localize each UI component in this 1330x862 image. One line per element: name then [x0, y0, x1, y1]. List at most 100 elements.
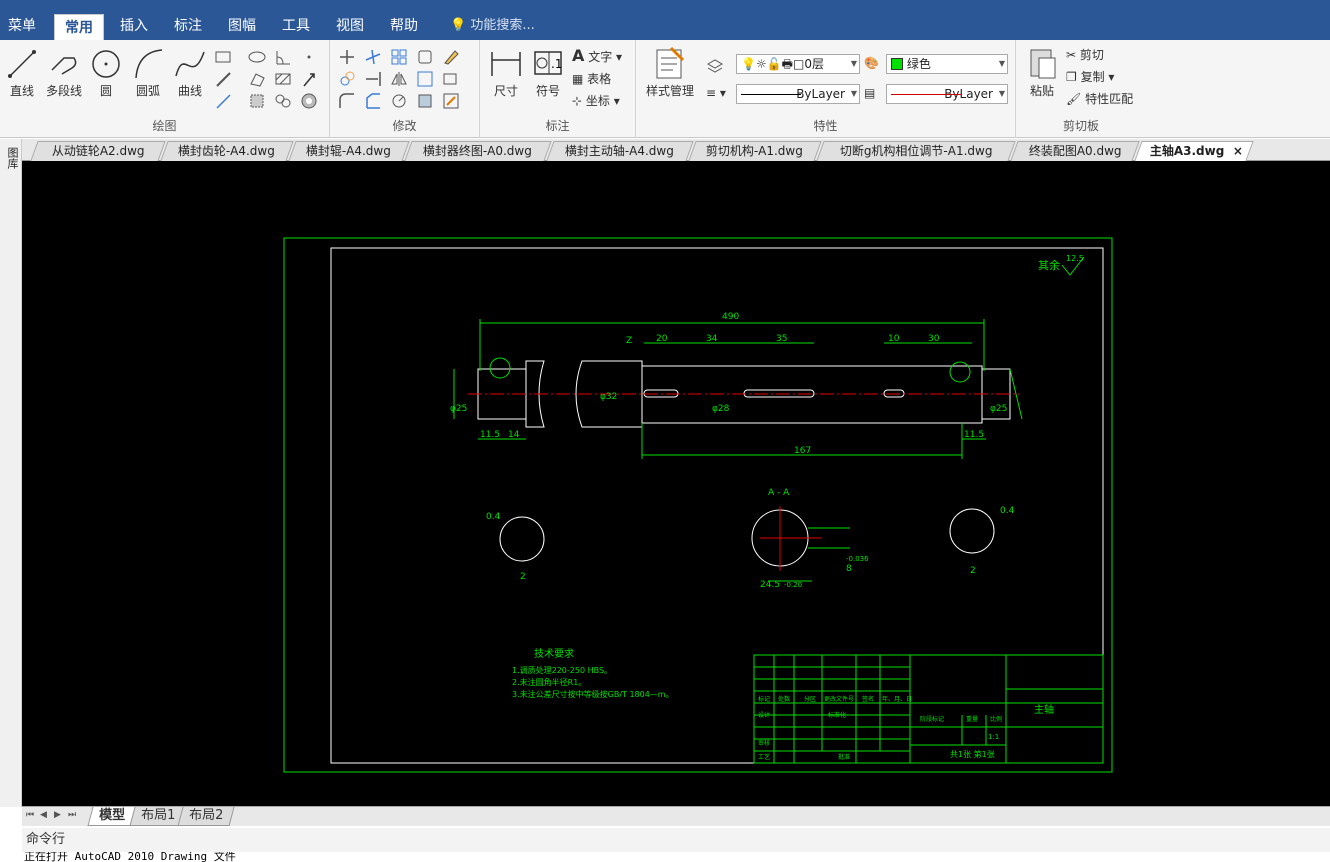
match-properties-button[interactable]: 🖌 特性匹配	[1066, 90, 1133, 107]
sheet-count: 共1张 第1张	[950, 749, 995, 759]
clipboard-group-title: 剪切板	[1062, 119, 1099, 133]
arc-button[interactable]: 圆弧	[130, 46, 166, 99]
ribbon-group-properties: 样式管理 💡☼🔓🖶□0层 ▼ 🎨 绿色 ▼ ≡ ▾ ByLayer ▼ ▤ ByLay…	[636, 40, 1016, 138]
tb-label-sign: 签名	[862, 695, 874, 703]
prev-layout-icon[interactable]: ◀	[40, 810, 47, 820]
lineweight-icon[interactable]: ▤	[864, 86, 875, 100]
menu-item-annotate[interactable]: 标注	[174, 0, 202, 40]
style-manager-button[interactable]: 样式管理	[640, 46, 700, 99]
tb-label-weight: 重量	[966, 715, 978, 723]
menu-item-help[interactable]: 帮助	[390, 0, 418, 40]
tol-left: 0.4	[486, 512, 501, 522]
close-icon[interactable]: ×	[1233, 142, 1243, 161]
menu-item-view[interactable]: 视图	[336, 0, 364, 40]
feature-search[interactable]: 💡 功能搜索...	[450, 0, 535, 40]
section-right	[949, 508, 995, 554]
explode-icon[interactable]	[416, 92, 434, 110]
scissors-icon: ✂	[1066, 48, 1077, 62]
file-tab[interactable]: 从动链轮A2.dwg	[30, 141, 166, 161]
stretch-icon[interactable]	[416, 70, 434, 88]
copy-button[interactable]: ❐ 复制 ▾	[1066, 68, 1114, 85]
file-tab[interactable]: 剪切机构-A1.dwg	[688, 141, 822, 161]
mirror-icon[interactable]	[390, 70, 408, 88]
file-tab[interactable]: 横封辊-A4.dwg	[288, 141, 410, 161]
line-button[interactable]: 直线	[4, 46, 40, 99]
region-icon[interactable]	[248, 70, 266, 88]
layer-manager-icon[interactable]	[706, 56, 724, 74]
lineweight-select[interactable]: ByLayer ▼	[886, 84, 1008, 104]
curve-button[interactable]: 曲线	[172, 46, 208, 99]
copy-object-icon[interactable]	[338, 70, 356, 88]
ray-icon[interactable]	[214, 92, 232, 110]
layout-tab-2[interactable]: 布局2	[177, 807, 235, 826]
first-layout-icon[interactable]: ⏮	[26, 810, 34, 820]
tb-label-std: 标准化	[828, 711, 846, 719]
angle-icon[interactable]	[274, 48, 292, 66]
library-panel-toggle[interactable]: 图库	[4, 147, 20, 169]
chevron-down-icon: ▼	[850, 59, 857, 68]
erase-icon[interactable]	[442, 48, 460, 66]
linetype-preview	[741, 94, 801, 95]
cut-button[interactable]: ✂ 剪切	[1066, 46, 1104, 63]
chevron-down-icon: ▼	[850, 89, 857, 98]
drawing-canvas[interactable]: 其余 12.5 490 Z 20 34 35 10 30 167 11.5 14…	[22, 161, 1330, 807]
pointer-icon[interactable]	[300, 70, 318, 88]
coordinate-button[interactable]: ⊹ 坐标 ▾	[572, 92, 620, 109]
menu-item-sheet[interactable]: 图幅	[228, 0, 256, 40]
chamfer-icon[interactable]	[364, 92, 382, 110]
tech-title: 技术要求	[534, 647, 574, 660]
menu-item-insert[interactable]: 插入	[120, 0, 148, 40]
next-layout-icon[interactable]: ▶	[54, 810, 61, 820]
menu-item-tools[interactable]: 工具	[282, 0, 310, 40]
color-wheel-icon[interactable]: 🎨	[864, 56, 879, 70]
dim-z: Z	[626, 336, 632, 346]
line-label: 直线	[9, 84, 34, 98]
fillet-icon[interactable]	[338, 92, 356, 110]
menu-item-home[interactable]: 常用	[54, 14, 104, 40]
rotate-icon[interactable]	[390, 92, 408, 110]
scale-icon[interactable]	[442, 70, 460, 88]
linetype-icon[interactable]: ≡ ▾	[706, 86, 726, 100]
file-tab[interactable]: 横封主动轴-A4.dwg	[546, 141, 694, 161]
file-tab[interactable]: 切断g机构相位调节-A1.dwg	[816, 141, 1016, 161]
offset-icon[interactable]	[416, 48, 434, 66]
cloud-icon[interactable]	[274, 92, 292, 110]
edit-icon[interactable]	[442, 92, 460, 110]
linetype-select[interactable]: ByLayer ▼	[736, 84, 860, 104]
xline-icon[interactable]	[214, 70, 232, 88]
command-line-output[interactable]: 正在打开 AutoCAD 2010 Drawing 文件	[22, 852, 1330, 862]
table-button[interactable]: ▦ 表格	[572, 70, 611, 87]
polyline-button[interactable]: 多段线	[42, 46, 86, 99]
layer-state-icons: 💡☼🔓🖶□	[741, 57, 805, 71]
file-tab[interactable]: 横封齿轮-A4.dwg	[160, 141, 294, 161]
text-button[interactable]: A 文字 ▾	[572, 46, 622, 65]
symbol-button[interactable]: .1 符号	[530, 46, 566, 99]
drawing-svg: 其余 12.5 490 Z 20 34 35 10 30 167 11.5 14…	[283, 237, 1113, 773]
dimension-button[interactable]: 尺寸	[486, 46, 526, 99]
extend-icon[interactable]	[364, 70, 382, 88]
move-icon[interactable]	[338, 48, 356, 66]
color-select[interactable]: 绿色 ▼	[886, 54, 1008, 74]
file-tab[interactable]: 终装配图A0.dwg	[1010, 141, 1140, 161]
scale-value: 1:1	[988, 733, 999, 741]
point-icon[interactable]	[300, 48, 318, 66]
layer-select[interactable]: 💡☼🔓🖶□0层 ▼	[736, 54, 860, 74]
svg-text:.1: .1	[551, 57, 562, 71]
curve-label: 曲线	[177, 84, 202, 98]
menu-item-menu[interactable]: 菜单	[8, 0, 36, 40]
trim-icon[interactable]	[364, 48, 382, 66]
ellipse-icon[interactable]	[248, 48, 266, 66]
file-tab[interactable]: 横封器终图-A0.dwg	[404, 141, 552, 161]
tb-label-process: 工艺	[758, 753, 770, 761]
file-tab-active[interactable]: 主轴A3.dwg ×	[1134, 141, 1254, 161]
circle-button[interactable]: 圆	[88, 46, 124, 99]
last-layout-icon[interactable]: ⏭	[68, 810, 76, 820]
circle-label: 圆	[99, 84, 112, 98]
hatch-icon[interactable]	[274, 70, 292, 88]
array-icon[interactable]	[390, 48, 408, 66]
rectangle-icon[interactable]	[214, 48, 232, 66]
donut-icon[interactable]	[300, 92, 318, 110]
layout-tabs-bar: ⏮ ◀ ▶ ⏭ 模型 布局1 布局2	[22, 806, 1330, 826]
boundary-icon[interactable]	[248, 92, 266, 110]
paste-button[interactable]: 粘贴	[1022, 46, 1062, 99]
